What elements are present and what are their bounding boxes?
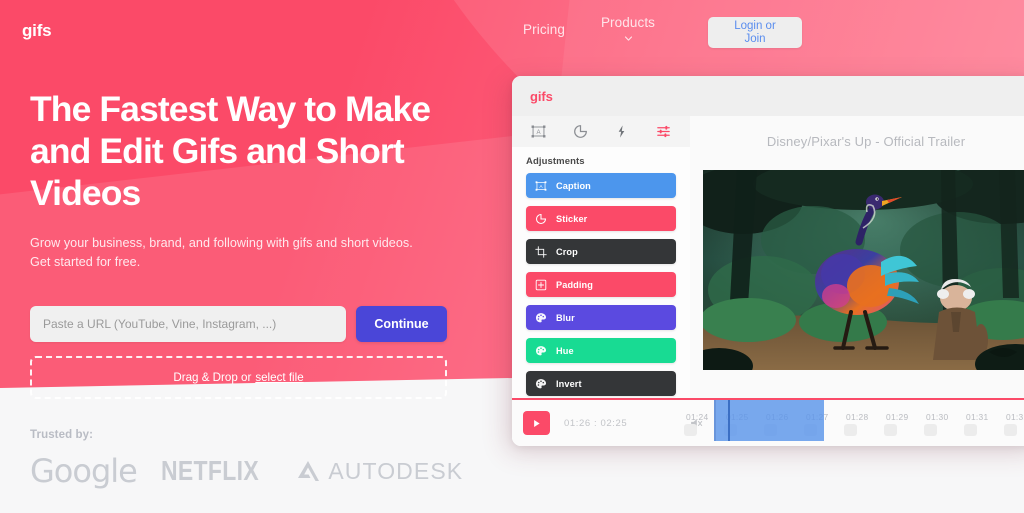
- editor-logo[interactable]: gifs: [530, 89, 553, 104]
- hero-content: The Fastest Way to Make and Edit Gifs an…: [30, 88, 460, 399]
- timeline-frame-nub: [804, 424, 817, 436]
- adjustments-list: A Caption Sticker Crop Padding Blur Hue …: [512, 173, 690, 396]
- editor-body: A Adjustments A Caption Sticker Crop Pad…: [512, 116, 1024, 446]
- site-logo[interactable]: gifs: [22, 21, 52, 41]
- timeline-selection-range[interactable]: [714, 400, 824, 441]
- timeline-tick: 01:25: [722, 400, 762, 446]
- timeline-frame-nub: [964, 424, 977, 436]
- google-logo: Google: [30, 452, 138, 490]
- timeline-tick-label: 01:29: [886, 412, 909, 422]
- adjustment-crop[interactable]: Crop: [526, 239, 676, 264]
- timeline-frame-nub: [844, 424, 857, 436]
- timeline-ticks: 01:24 01:25 01:26 01:27 01:28 01:29 01:30 01:31…: [682, 400, 1024, 446]
- autodesk-a-icon: [298, 461, 320, 481]
- timeline-tick: 01:26: [762, 400, 802, 446]
- adjustments-tool-icon[interactable]: [656, 124, 671, 139]
- adjustment-label: Padding: [556, 279, 593, 290]
- url-input[interactable]: [30, 306, 346, 342]
- timeline-frame-nub: [924, 424, 937, 436]
- timeline-tick: 01:27: [802, 400, 842, 446]
- page-title: The Fastest Way to Make and Edit Gifs an…: [30, 89, 431, 213]
- file-dropzone[interactable]: Drag & Drop or select file: [30, 356, 447, 399]
- login-line-1: Login or: [734, 20, 776, 32]
- timeline-frame-nub: [1004, 424, 1017, 436]
- nav-link-pricing[interactable]: Pricing: [516, 22, 572, 39]
- timeline-tick: 01:28: [842, 400, 882, 446]
- partner-logo-row: Google NETFLIX AUTODESK: [30, 452, 463, 490]
- adjustment-label: Crop: [556, 246, 578, 257]
- timeline-frame-nub: [884, 424, 897, 436]
- editor-preview-panel: Disney/Pixar's Up - Official Trailer: [690, 116, 1024, 446]
- adjustment-label: Sticker: [556, 213, 588, 224]
- video-still-up-kevin: [703, 170, 1024, 370]
- top-navigation-bar: gifs Pricing Products Login or Join: [0, 0, 1024, 62]
- timeline-playhead[interactable]: [728, 400, 730, 441]
- adjustment-blur[interactable]: Blur: [526, 305, 676, 330]
- autodesk-wordmark: AUTODESK: [328, 457, 464, 484]
- sticker-tool-icon[interactable]: [573, 124, 588, 139]
- editor-app-window: gifs A Adjustments A Caption Sticker Cro…: [512, 76, 1024, 446]
- timeline-tick-label: 01:26: [766, 412, 789, 422]
- adjustment-invert[interactable]: Invert: [526, 371, 676, 396]
- padding-icon: [535, 279, 547, 290]
- dropzone-label: Drag & Drop or: [173, 371, 252, 384]
- video-title: Disney/Pixar's Up - Official Trailer: [766, 134, 966, 149]
- trusted-by-section: Trusted by: Google NETFLIX AUTODESK: [30, 429, 463, 490]
- adjustment-hue[interactable]: Hue: [526, 338, 676, 363]
- player-control-bar: 01:24 01:25 01:26 01:27 01:28 01:29 01:30 01:31…: [512, 398, 1024, 446]
- autodesk-logo: AUTODESK: [295, 458, 463, 485]
- adjustments-heading: Adjustments: [526, 156, 585, 167]
- adjustment-label: Caption: [556, 180, 591, 191]
- select-file-link[interactable]: select file: [255, 371, 303, 384]
- timeline-tick-label: 01:30: [926, 412, 949, 422]
- adjustment-label: Hue: [556, 345, 574, 356]
- editor-tool-tabs: A: [512, 116, 690, 147]
- editor-header: gifs: [512, 76, 1024, 116]
- adjustment-label: Blur: [556, 312, 575, 323]
- continue-button[interactable]: Continue: [356, 306, 447, 342]
- netflix-logo: NETFLIX: [160, 455, 259, 486]
- palette-icon: [535, 312, 547, 322]
- svg-text:A: A: [537, 129, 542, 136]
- timeline-tick: 01:30: [922, 400, 962, 446]
- adjustment-caption[interactable]: A Caption: [526, 173, 676, 198]
- crop-icon: [535, 245, 547, 258]
- trusted-by-label: Trusted by:: [30, 429, 94, 441]
- timeline-frame-nub: [764, 424, 777, 436]
- hero-subtitle: Grow your business, brand, and following…: [30, 236, 413, 269]
- nav-link-products[interactable]: Products: [592, 15, 664, 43]
- timeline-tick: 01:29: [882, 400, 922, 446]
- time-display: 01:26 : 02:25: [564, 417, 628, 429]
- editor-sidebar: A Adjustments A Caption Sticker Crop Pad…: [512, 116, 690, 446]
- nav-products-label: Products: [600, 15, 656, 30]
- timeline-tick-label: 01:31: [966, 412, 989, 422]
- muted-speaker-icon[interactable]: [689, 417, 703, 430]
- palette-icon: [535, 378, 547, 388]
- sticker-icon: [535, 213, 547, 224]
- timeline-frame-nub: [724, 424, 737, 436]
- login-or-join-button[interactable]: Login or Join: [708, 17, 802, 48]
- timeline-tick: 01:32: [1002, 400, 1024, 446]
- caption-tool-icon[interactable]: A: [531, 124, 546, 139]
- svg-text:A: A: [539, 183, 543, 189]
- play-icon: [534, 419, 540, 427]
- timeline-tick: 01:31: [962, 400, 1002, 446]
- login-line-2: Join: [744, 33, 766, 45]
- caption-icon: A: [535, 180, 547, 191]
- adjustment-padding[interactable]: Padding: [526, 272, 676, 297]
- effects-tool-icon[interactable]: [614, 124, 629, 139]
- play-button[interactable]: [523, 411, 550, 435]
- timeline-tick-label: 01:28: [846, 412, 869, 422]
- timeline-tick-label: 01:25: [726, 412, 749, 422]
- chevron-down-icon: [624, 36, 632, 41]
- adjustment-label: Invert: [556, 378, 582, 389]
- palette-icon: [535, 345, 547, 355]
- url-entry-row: Continue: [30, 306, 460, 342]
- video-preview-frame[interactable]: [703, 170, 1024, 370]
- timeline-tick-label: 01:27: [806, 412, 829, 422]
- adjustment-sticker[interactable]: Sticker: [526, 206, 676, 231]
- timeline-tick-label: 01:32: [1006, 412, 1024, 422]
